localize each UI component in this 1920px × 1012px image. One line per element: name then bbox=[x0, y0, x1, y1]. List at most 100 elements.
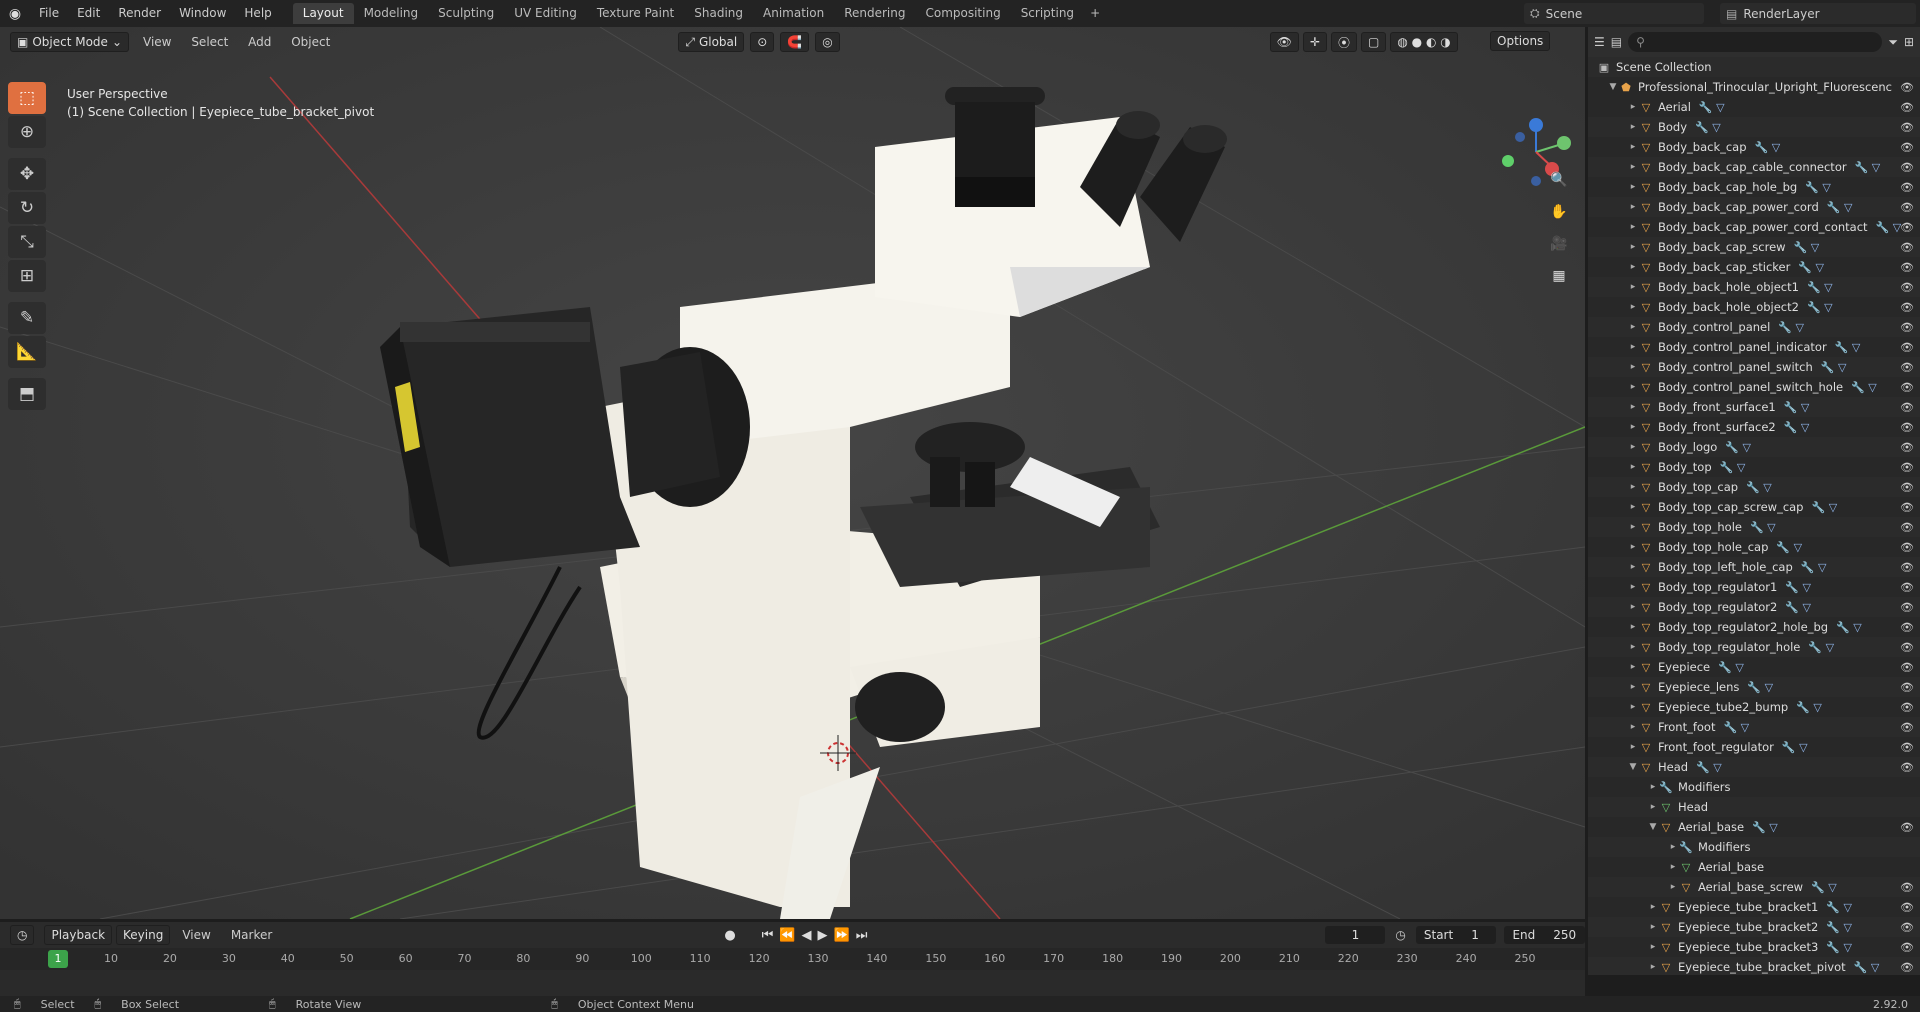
eye-icon[interactable]: 👁 bbox=[1900, 381, 1914, 394]
outliner-item[interactable]: ▸ ▽ Body_back_cap_power_cord 🔧 ▽ 👁 bbox=[1588, 197, 1920, 217]
expand-icon[interactable]: ▸ bbox=[1628, 322, 1638, 332]
scale-tool-icon[interactable]: ⤡ bbox=[8, 226, 46, 258]
outliner-item[interactable]: ▸ ▽ Body_back_cap_sticker 🔧 ▽ 👁 bbox=[1588, 257, 1920, 277]
eye-icon[interactable]: 👁 bbox=[1900, 601, 1914, 614]
outliner-item[interactable]: ▸ ▽ Body_logo 🔧 ▽ 👁 bbox=[1588, 437, 1920, 457]
expand-icon[interactable]: ▸ bbox=[1628, 162, 1638, 172]
expand-icon[interactable]: ▸ bbox=[1628, 722, 1638, 732]
outliner-item[interactable]: ▸ ▽ Body_front_surface1 🔧 ▽ 👁 bbox=[1588, 397, 1920, 417]
eye-icon[interactable]: 👁 bbox=[1900, 881, 1914, 894]
eye-icon[interactable]: 👁 bbox=[1900, 461, 1914, 474]
expand-icon[interactable]: ▼ bbox=[1608, 82, 1618, 92]
outliner-item[interactable]: ▸ ▽ Head bbox=[1588, 797, 1920, 817]
expand-icon[interactable]: ▸ bbox=[1668, 882, 1678, 892]
expand-icon[interactable]: ▸ bbox=[1628, 122, 1638, 132]
menu-view[interactable]: View bbox=[135, 35, 179, 49]
eye-icon[interactable]: 👁 bbox=[1900, 141, 1914, 154]
eye-icon[interactable]: 👁 bbox=[1900, 901, 1914, 914]
outliner-item[interactable]: ▸ ▽ Body_top_cap_screw_cap 🔧 ▽ 👁 bbox=[1588, 497, 1920, 517]
playback-dropdown[interactable]: Playback bbox=[44, 925, 113, 945]
frame-ruler[interactable]: 1 10 20 30 40 50 60 70 80 90 100 110 120 130 140 150 16… bbox=[0, 948, 1585, 970]
move-tool-icon[interactable]: ✥ bbox=[8, 158, 46, 190]
tab-animation[interactable]: Animation bbox=[753, 3, 834, 24]
expand-icon[interactable]: ▸ bbox=[1628, 222, 1638, 232]
play-reverse-icon[interactable]: ◀ bbox=[802, 928, 812, 943]
overlays-toggle[interactable]: ⦿ bbox=[1331, 32, 1358, 52]
tab-modeling[interactable]: Modeling bbox=[354, 3, 429, 24]
expand-icon[interactable]: ▼ bbox=[1628, 762, 1638, 772]
editor-type-dropdown[interactable]: ◷ bbox=[10, 925, 35, 945]
outliner-item[interactable]: ▸ ▽ Body 🔧 ▽ 👁 bbox=[1588, 117, 1920, 137]
expand-icon[interactable]: ▸ bbox=[1628, 402, 1638, 412]
eye-icon[interactable]: 👁 bbox=[1900, 641, 1914, 654]
eye-icon[interactable]: 👁 bbox=[1900, 121, 1914, 134]
tab-sculpting[interactable]: Sculpting bbox=[428, 3, 504, 24]
outliner-item[interactable]: ▸ ▽ Body_control_panel_switch 🔧 ▽ 👁 bbox=[1588, 357, 1920, 377]
expand-icon[interactable]: ▸ bbox=[1628, 302, 1638, 312]
outliner-item[interactable]: ▸ 🔧 Modifiers bbox=[1588, 777, 1920, 797]
eye-icon[interactable]: 👁 bbox=[1900, 421, 1914, 434]
expand-icon[interactable]: ▸ bbox=[1628, 482, 1638, 492]
snap-dropdown[interactable]: 🧲 bbox=[780, 32, 810, 52]
playhead[interactable]: 1 bbox=[48, 950, 68, 968]
start-frame-field[interactable]: Start 1 bbox=[1415, 926, 1497, 944]
expand-icon[interactable]: ▸ bbox=[1628, 582, 1638, 592]
eye-icon[interactable]: 👁 bbox=[1900, 961, 1914, 974]
outliner-item[interactable]: ▸ ▽ Aerial_base bbox=[1588, 857, 1920, 877]
expand-icon[interactable]: ▸ bbox=[1628, 102, 1638, 112]
expand-icon[interactable]: ▸ bbox=[1628, 202, 1638, 212]
xray-toggle[interactable]: ▢ bbox=[1361, 32, 1387, 52]
view-icon[interactable]: ▤ bbox=[1611, 35, 1622, 49]
gizmo-toggle[interactable]: ✛ bbox=[1302, 32, 1328, 52]
outliner-item[interactable]: ▸ ▽ Body_top_regulator2_hole_bg 🔧 ▽ 👁 bbox=[1588, 617, 1920, 637]
eye-icon[interactable]: 👁 bbox=[1900, 521, 1914, 534]
eye-icon[interactable]: 👁 bbox=[1900, 241, 1914, 254]
eye-icon[interactable]: 👁 bbox=[1900, 701, 1914, 714]
expand-icon[interactable]: ▼ bbox=[1648, 822, 1658, 832]
eye-icon[interactable]: 👁 bbox=[1900, 741, 1914, 754]
add-workspace-icon[interactable]: + bbox=[1084, 3, 1106, 24]
tab-uv-editing[interactable]: UV Editing bbox=[504, 3, 587, 24]
transform-tool-icon[interactable]: ⊞ bbox=[8, 260, 46, 292]
eye-icon[interactable]: 👁 bbox=[1900, 161, 1914, 174]
eye-icon[interactable]: 👁 bbox=[1900, 921, 1914, 934]
eye-icon[interactable]: 👁 bbox=[1900, 501, 1914, 514]
expand-icon[interactable]: ▸ bbox=[1648, 942, 1658, 952]
eye-icon[interactable]: 👁 bbox=[1900, 341, 1914, 354]
keying-dropdown[interactable]: Keying bbox=[116, 925, 171, 945]
outliner-item[interactable]: ▸ ▽ Body_top 🔧 ▽ 👁 bbox=[1588, 457, 1920, 477]
outliner-item[interactable]: ▸ ▽ Body_top_hole_cap 🔧 ▽ 👁 bbox=[1588, 537, 1920, 557]
expand-icon[interactable]: ▸ bbox=[1648, 802, 1658, 812]
camera-icon[interactable]: 🎥 bbox=[1546, 231, 1572, 257]
add-cube-tool-icon[interactable]: ⬒ bbox=[8, 378, 46, 410]
scene-collection-row[interactable]: ▣ Scene Collection bbox=[1588, 57, 1920, 77]
eye-icon[interactable]: 👁 bbox=[1900, 581, 1914, 594]
end-frame-field[interactable]: End 250 bbox=[1504, 926, 1585, 944]
eye-icon[interactable]: 👁 bbox=[1900, 821, 1914, 834]
blender-logo-icon[interactable]: ◉ bbox=[0, 0, 30, 27]
eye-icon[interactable]: 👁 bbox=[1900, 661, 1914, 674]
pivot-dropdown[interactable]: ⊙ bbox=[750, 32, 775, 52]
outliner-item[interactable]: ▸ ▽ Body_back_cap_hole_bg 🔧 ▽ 👁 bbox=[1588, 177, 1920, 197]
outliner-item[interactable]: ▸ ▽ Body_top_cap 🔧 ▽ 👁 bbox=[1588, 477, 1920, 497]
timeline-area[interactable]: 1 10 20 30 40 50 60 70 80 90 100 110 120 130 140 150 16… bbox=[0, 948, 1585, 996]
eye-icon[interactable]: 👁 bbox=[1900, 321, 1914, 334]
eye-icon[interactable]: 👁 bbox=[1900, 761, 1914, 774]
jump-start-icon[interactable]: ⏮ bbox=[762, 928, 774, 943]
outliner-item[interactable]: ▸ ▽ Body_control_panel 🔧 ▽ 👁 bbox=[1588, 317, 1920, 337]
outliner-item[interactable]: ▸ ▽ Front_foot 🔧 ▽ 👁 bbox=[1588, 717, 1920, 737]
filter-icon[interactable]: ⏷ bbox=[1888, 35, 1898, 50]
expand-icon[interactable]: ▸ bbox=[1628, 382, 1638, 392]
preview-range-icon[interactable]: ◷ bbox=[1395, 928, 1405, 942]
pan-hand-icon[interactable]: ✋ bbox=[1546, 199, 1572, 225]
eye-icon[interactable]: 👁 bbox=[1900, 221, 1914, 234]
outliner-item[interactable]: ▸ ▽ Body_back_cap_power_cord_contact 🔧 ▽ 👁 bbox=[1588, 217, 1920, 237]
options-dropdown[interactable]: Options bbox=[1490, 31, 1551, 51]
select-box-tool-icon[interactable]: ⬚ bbox=[8, 82, 46, 114]
eye-icon[interactable]: 👁 bbox=[1900, 101, 1914, 114]
proportional-edit-button[interactable]: ◎ bbox=[815, 32, 840, 52]
menu-file[interactable]: File bbox=[30, 0, 68, 27]
expand-icon[interactable]: ▸ bbox=[1628, 462, 1638, 472]
timeline-menu-view[interactable]: View bbox=[174, 928, 218, 942]
eye-icon[interactable]: 👁 bbox=[1900, 281, 1914, 294]
